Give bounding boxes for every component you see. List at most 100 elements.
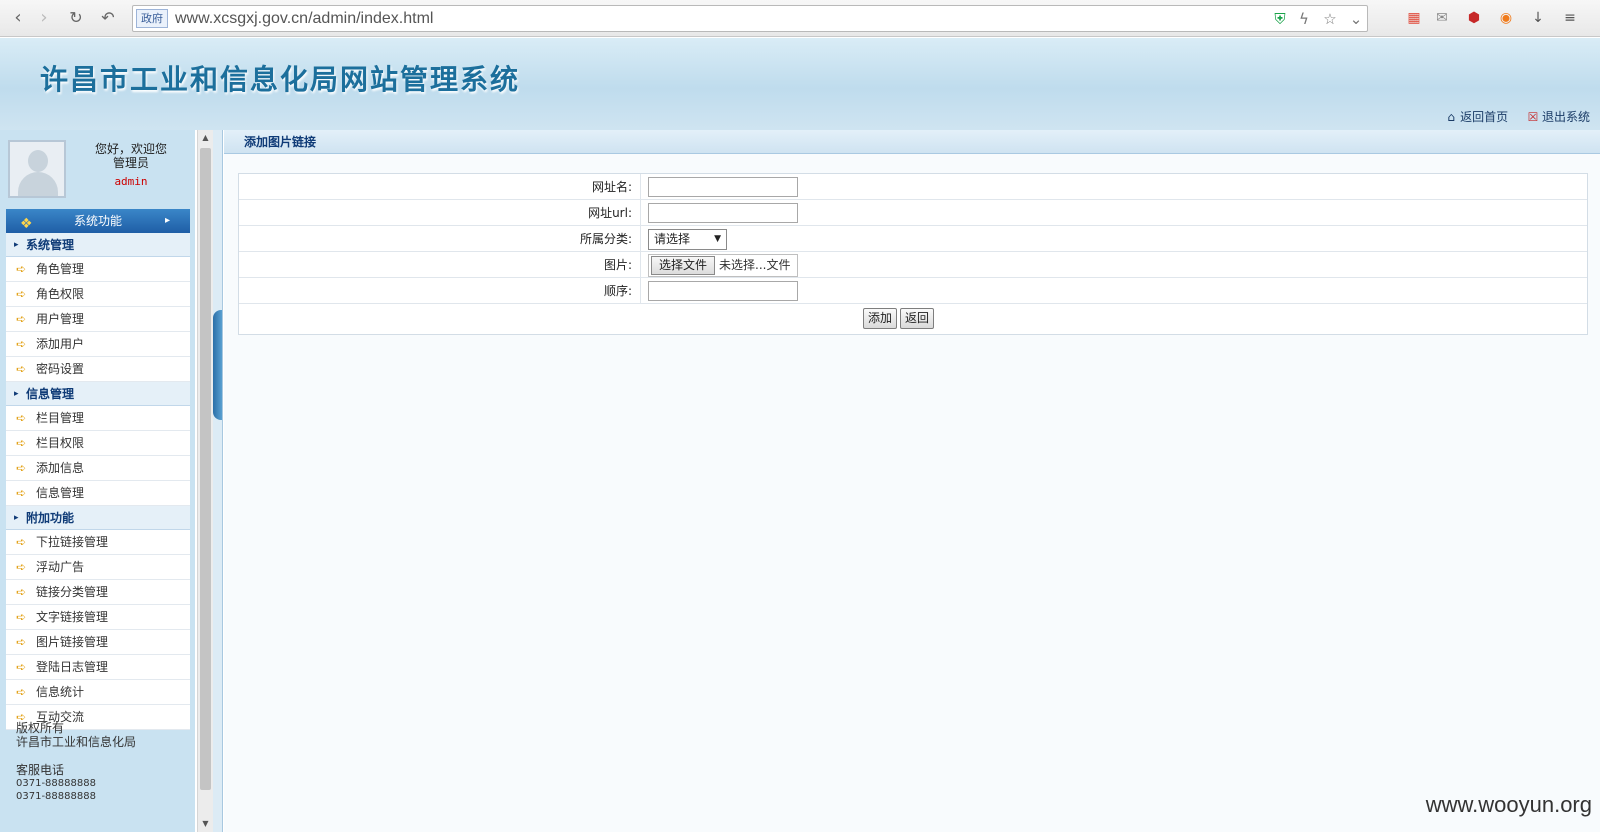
order-input[interactable] [648,281,798,301]
reload-icon[interactable]: ↻ [64,6,88,30]
sidebar: 您好，欢迎您 管理员 admin ❖ 系统功能 ▸ 系统管理 ➪ 角色管理 ➪ 角色… [0,130,195,832]
sidebar-item-role-management[interactable]: ➪ 角色管理 [6,257,190,282]
sidebar-item-user-management[interactable]: ➪ 用户管理 [6,307,190,332]
sidebar-item-login-logs[interactable]: ➪ 登陆日志管理 [6,655,190,680]
undo-icon[interactable]: ↶ [96,6,120,30]
scroll-thumb[interactable] [200,148,211,790]
sidebar-scrollbar[interactable]: ▲ ▼ [197,130,213,832]
sidebar-item-column-permissions[interactable]: ➪ 栏目权限 [6,431,190,456]
image-label: 图片: [239,252,641,278]
sidebar-item-info-management[interactable]: ➪ 信息管理 [6,481,190,506]
menu-group-info[interactable]: 信息管理 [6,382,190,406]
order-label: 顺序: [239,278,641,304]
arrow-icon: ➪ [16,486,27,500]
arrow-icon: ➪ [16,610,27,624]
mail-icon[interactable]: ✉ [1432,8,1452,28]
arrow-icon: ➪ [16,287,27,301]
back-button[interactable]: 返回 [900,308,935,329]
sidebar-item-dropdown-links[interactable]: ➪ 下拉链接管理 [6,530,190,555]
arrow-icon: ➪ [16,560,27,574]
arrow-icon: ➪ [16,685,27,699]
apps-icon[interactable]: ▦ [1404,8,1424,28]
site-banner: 许昌市工业和信息化局网站管理系统 ⌂ 返回首页 ☒ 退出系统 [0,38,1600,130]
sidebar-footer: 版权所有 许昌市工业和信息化局 客服电话 0371-88888888 0371-… [16,721,186,803]
content-header: 添加图片链接 [224,130,1600,154]
sidebar-item-column-management[interactable]: ➪ 栏目管理 [6,406,190,431]
arrow-icon: ➪ [16,660,27,674]
star-icon[interactable]: ☆ [1321,10,1339,28]
sidebar-item-label: 添加信息 [36,461,85,475]
site-url-label: 网址url: [239,200,641,226]
site-url-input[interactable] [648,203,798,223]
site-name-input[interactable] [648,177,798,197]
user-profile: 您好，欢迎您 管理员 admin [6,138,190,202]
sidebar-item-label: 栏目管理 [36,411,85,425]
forward-icon[interactable]: › [32,6,56,30]
home-icon: ⌂ [1447,109,1455,124]
sidebar-item-label: 角色权限 [36,287,85,301]
close-icon: ☒ [1527,109,1539,124]
sidebar-menu: 系统管理 ➪角色管理 ➪角色权限 ➪用户管理 ➪添加用户 ➪密码设置 信息管理 … [6,233,190,730]
arrow-icon: ➪ [16,535,27,549]
sidebar-item-label: 添加用户 [36,337,85,351]
scroll-up-icon[interactable]: ▲ [198,130,213,146]
scroll-down-icon[interactable]: ▼ [198,816,213,832]
sidebar-item-label: 文字链接管理 [36,610,109,624]
back-icon[interactable]: ‹ [6,6,30,30]
sidebar-item-link-categories[interactable]: ➪ 链接分类管理 [6,580,190,605]
arrow-icon: ➪ [16,436,27,450]
category-select[interactable]: 请选择 ▼ [648,229,727,250]
address-bar[interactable]: 政府 www.xcsgxj.gov.cn/admin/index.html ⛨ … [132,5,1368,32]
form-actions: 添加 返回 [239,304,1587,334]
sidebar-item-image-links[interactable]: ➪ 图片链接管理 [6,630,190,655]
menu-header-label: 系统功能 [73,214,122,228]
arrow-icon: ➪ [16,312,27,326]
site-title: 许昌市工业和信息化局网站管理系统 [40,63,521,96]
collapse-handle[interactable] [213,310,222,420]
sidebar-item-password-settings[interactable]: ➪ 密码设置 [6,357,190,382]
download-icon[interactable]: ↓ [1528,8,1548,28]
category-select-value: 请选择 [654,232,691,246]
sidebar-item-label: 栏目权限 [36,436,85,450]
url-text[interactable]: www.xcsgxj.gov.cn/admin/index.html [175,9,433,29]
sidebar-item-role-permissions[interactable]: ➪ 角色权限 [6,282,190,307]
site-name-label: 网址名: [239,174,641,200]
system-functions-header[interactable]: ❖ 系统功能 ▸ [6,209,190,233]
file-input[interactable]: 选择文件 未选择...文件 [648,254,798,277]
extension-icon[interactable]: ◉ [1496,8,1516,28]
phone-number: 0371-88888888 [16,791,96,802]
home-link-label: 返回首页 [1460,110,1509,124]
choose-file-button[interactable]: 选择文件 [651,256,716,275]
home-link[interactable]: ⌂ 返回首页 [1444,108,1508,125]
sidebar-item-statistics[interactable]: ➪ 信息统计 [6,680,190,705]
avatar [8,140,66,198]
sidebar-item-label: 信息管理 [36,486,85,500]
shield-icon[interactable]: ⛨ [1271,10,1289,28]
sidebar-item-label: 登陆日志管理 [36,660,109,674]
dropdown-icon[interactable]: ⌄ [1347,10,1365,28]
form-row: 顺序: [239,278,1587,304]
file-status: 未选择...文件 [719,258,791,272]
add-button[interactable]: 添加 [863,308,898,329]
adblock-icon[interactable]: ⬢ [1464,8,1484,28]
menu-group-extra[interactable]: 附加功能 [6,506,190,530]
page-title: 添加图片链接 [244,135,317,149]
chevron-down-icon: ▼ [714,234,721,244]
sidebar-item-floating-ads[interactable]: ➪ 浮动广告 [6,555,190,580]
browser-toolbar: ‹ › ↻ ↶ 政府 www.xcsgxj.gov.cn/admin/index… [0,0,1600,37]
menu-group-system[interactable]: 系统管理 [6,233,190,257]
sidebar-item-label: 图片链接管理 [36,635,109,649]
sidebar-item-add-user[interactable]: ➪ 添加用户 [6,332,190,357]
sidebar-item-add-info[interactable]: ➪ 添加信息 [6,456,190,481]
logout-link[interactable]: ☒ 退出系统 [1526,108,1590,125]
arrow-icon: ➪ [16,585,27,599]
org-name: 许昌市工业和信息化局 [16,735,137,749]
frame-splitter [213,130,223,832]
sidebar-item-text-links[interactable]: ➪ 文字链接管理 [6,605,190,630]
main-content: 添加图片链接 网址名: 网址url: 所属分类: 请选择 ▼ 图片: 选择文件 [224,130,1600,832]
copyright-text: 版权所有 [16,721,65,735]
menu-icon[interactable]: ≡ [1560,8,1580,28]
bolt-icon[interactable]: ϟ [1295,10,1313,28]
sidebar-item-label: 角色管理 [36,262,85,276]
phone-label: 客服电话 [16,763,65,777]
